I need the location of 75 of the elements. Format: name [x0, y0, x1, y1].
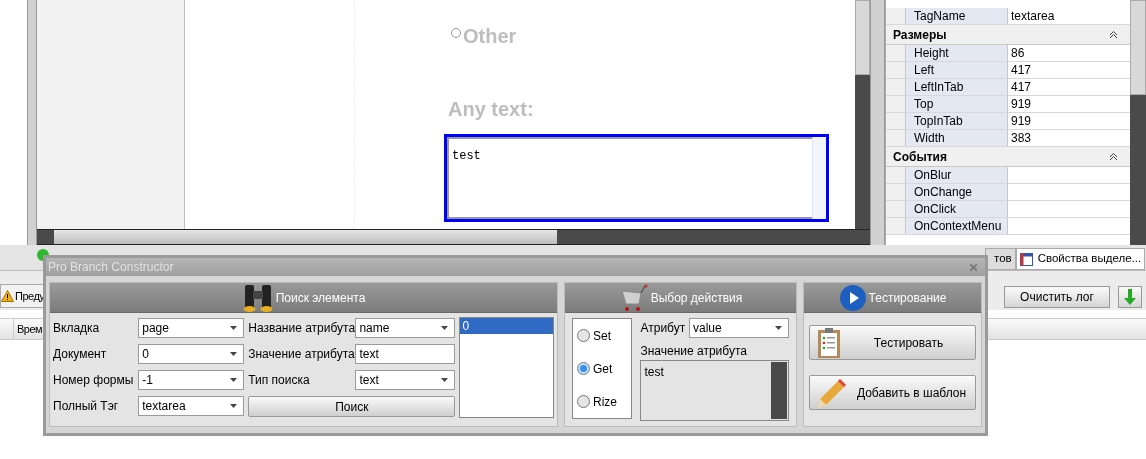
- close-icon[interactable]: [970, 263, 977, 271]
- search-button[interactable]: Поиск: [248, 396, 456, 417]
- radio-label: Get: [593, 360, 613, 378]
- clipboard-icon: [816, 326, 842, 359]
- dropdown-caret-icon: [441, 378, 449, 382]
- clear-log-button[interactable]: Очистить лог: [1004, 286, 1110, 308]
- dropdown[interactable]: -1: [138, 370, 245, 390]
- dropdown-caret-icon: [230, 404, 238, 408]
- dropdown-caret-icon: [230, 326, 238, 330]
- dialog-title-bar: Pro Branch Constructor: [46, 258, 985, 276]
- panel-title: Поиск элемента: [275, 289, 366, 307]
- property-name: OnBlur: [906, 167, 1008, 183]
- tab[interactable]: тов: [985, 248, 1016, 270]
- property-name: OnClick: [906, 201, 1008, 217]
- radio-button[interactable]: [451, 28, 461, 38]
- test-button[interactable]: Тестировать: [809, 325, 976, 360]
- field-label: Название атрибута: [248, 320, 356, 337]
- text-area[interactable]: test: [444, 134, 829, 222]
- radio-button[interactable]: [577, 395, 590, 408]
- tab[interactable]: Свойства выделе...: [1015, 248, 1146, 270]
- panel-title: Тестирование: [868, 289, 947, 307]
- property-name: Height: [906, 45, 1008, 61]
- property-name: OnChange: [906, 184, 1008, 200]
- field-label: Any text:: [448, 98, 535, 120]
- dropdown[interactable]: value: [689, 318, 789, 338]
- dropdown[interactable]: name: [355, 318, 456, 338]
- download-button[interactable]: [1118, 286, 1142, 308]
- radio-label: Other: [463, 25, 517, 47]
- radio-label: Set: [593, 327, 611, 345]
- warning-icon: [1, 290, 14, 302]
- list-item[interactable]: 0: [460, 318, 553, 334]
- dropdown-caret-icon: [441, 326, 449, 330]
- property-name: TopInTab: [906, 113, 1008, 129]
- panel-title: Выбор действия: [650, 289, 743, 307]
- vertical-scrollbar[interactable]: [1130, 0, 1146, 245]
- binoculars-icon: [241, 282, 274, 313]
- text-field[interactable]: text: [355, 344, 456, 364]
- down-arrow-icon: [1124, 289, 1136, 305]
- dropdown-caret-icon: [230, 352, 238, 356]
- add-to-template-button[interactable]: Добавить в шаблон: [809, 375, 976, 410]
- property-section-header[interactable]: Размеры: [886, 25, 1130, 45]
- property-name: OnContextMenu: [906, 218, 1008, 234]
- property-name: Top: [906, 96, 1008, 112]
- radio-label: Rize: [593, 393, 617, 411]
- property-section-header[interactable]: События: [886, 147, 1130, 167]
- play-icon: [838, 283, 867, 312]
- property-name: TagName: [906, 8, 1008, 24]
- collapse-chevrons-icon[interactable]: [1109, 30, 1118, 39]
- dropdown-caret-icon: [230, 378, 238, 382]
- field-label: Значение атрибута: [248, 346, 355, 363]
- field-label: Вкладка: [53, 320, 100, 337]
- property-name: LeftInTab: [906, 79, 1008, 95]
- results-list[interactable]: 0: [459, 317, 554, 418]
- horizontal-scrollbar[interactable]: [37, 229, 870, 245]
- field-label: Атрибут: [640, 320, 686, 337]
- value-text-area[interactable]: test: [640, 360, 789, 421]
- vertical-scrollbar[interactable]: [855, 0, 870, 229]
- field-label: Значение атрибута: [640, 344, 748, 358]
- property-name: Left: [906, 62, 1008, 78]
- property-name: Width: [906, 130, 1008, 146]
- radio-button[interactable]: [577, 362, 590, 375]
- dropdown[interactable]: text: [355, 370, 456, 390]
- field-label: Номер формы: [53, 372, 134, 389]
- field-label: Документ: [53, 346, 107, 363]
- table-icon: [1019, 252, 1033, 266]
- collapse-chevrons-icon[interactable]: [1109, 152, 1118, 161]
- column-header[interactable]: Врем: [14, 319, 43, 339]
- field-label: Полный Тэг: [53, 398, 119, 415]
- field-label: Тип поиска: [248, 372, 310, 389]
- dropdown-caret-icon: [775, 326, 782, 330]
- dropdown[interactable]: textarea: [138, 396, 245, 416]
- dropdown[interactable]: page: [138, 318, 245, 338]
- pencil-icon: [816, 376, 848, 409]
- dropdown[interactable]: 0: [138, 344, 245, 364]
- radio-button[interactable]: [577, 329, 590, 342]
